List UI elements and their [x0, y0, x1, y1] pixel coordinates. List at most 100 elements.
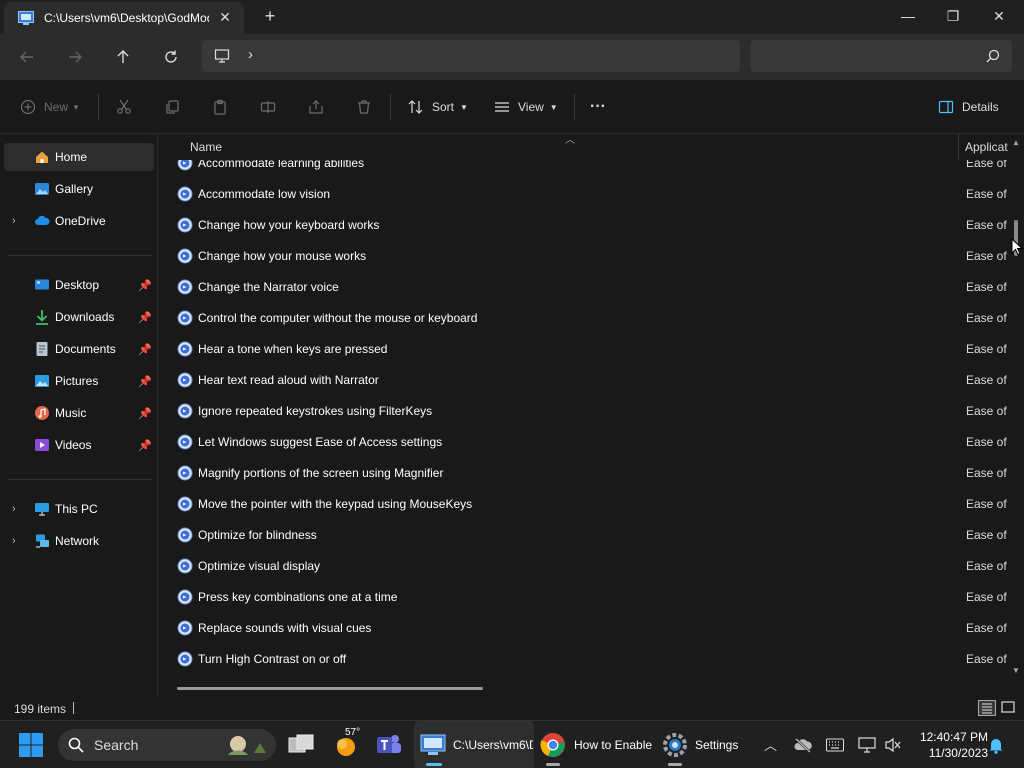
- onedrive-offline-icon[interactable]: [793, 737, 813, 753]
- table-row[interactable]: Replace sounds with visual cues Ease of: [159, 612, 1009, 643]
- gallery-icon: [35, 183, 49, 195]
- restore-button[interactable]: ❐: [930, 0, 976, 32]
- share-button[interactable]: [308, 95, 324, 119]
- videos-icon: [35, 439, 49, 451]
- close-window-button[interactable]: ✕: [976, 0, 1022, 32]
- file-name: Change how your keyboard works: [198, 218, 380, 232]
- pin-icon[interactable]: 📌: [138, 439, 152, 452]
- display-icon[interactable]: [858, 737, 876, 753]
- explorer-tab[interactable]: C:\Users\vm6\Desktop\GodMode ✕: [4, 2, 244, 34]
- volume-muted-icon[interactable]: [884, 737, 902, 753]
- address-bar[interactable]: ›: [202, 40, 740, 72]
- divider: [8, 255, 152, 256]
- file-application: Ease of: [966, 466, 1007, 480]
- forward-button[interactable]: [61, 43, 89, 71]
- file-name: Hear a tone when keys are pressed: [198, 342, 388, 356]
- taskbar-search[interactable]: Search: [58, 729, 276, 761]
- scroll-up-icon[interactable]: ▲: [1012, 138, 1020, 147]
- breadcrumb-chevron-icon[interactable]: ›: [248, 46, 253, 63]
- taskbar-settings[interactable]: Settings: [662, 721, 752, 768]
- taskbar-chrome[interactable]: How to Enable: [540, 721, 656, 768]
- table-row[interactable]: Hear text read aloud with Narrator Ease o…: [159, 364, 1009, 395]
- table-row[interactable]: Press key combinations one at a time Ease…: [159, 581, 1009, 612]
- refresh-button[interactable]: [157, 43, 185, 71]
- column-application-header[interactable]: Applicat: [965, 140, 1009, 154]
- pin-icon[interactable]: 📌: [138, 311, 152, 324]
- pin-icon[interactable]: 📌: [138, 279, 152, 292]
- minimize-button[interactable]: —: [885, 0, 931, 32]
- table-row[interactable]: Change how your mouse works Ease of: [159, 240, 1009, 271]
- table-row[interactable]: Hear a tone when keys are pressed Ease of: [159, 333, 1009, 364]
- pin-icon[interactable]: 📌: [138, 375, 152, 388]
- up-button[interactable]: [109, 43, 137, 71]
- view-button[interactable]: View ▼: [494, 95, 558, 119]
- details-pane-button[interactable]: Details: [938, 95, 999, 119]
- navigation-pane: Home Gallery › OneDrive Desktop 📌 Downlo…: [0, 134, 158, 696]
- vertical-scrollbar[interactable]: ▲ ▼: [1009, 134, 1024, 679]
- sidebar-item-network[interactable]: › Network: [4, 527, 154, 555]
- sidebar-item-desktop[interactable]: Desktop 📌: [4, 271, 154, 299]
- copy-button[interactable]: [164, 95, 180, 119]
- sidebar-item-gallery[interactable]: Gallery: [4, 175, 154, 203]
- delete-button[interactable]: [356, 95, 372, 119]
- details-view-button[interactable]: [978, 700, 996, 716]
- chevron-right-icon[interactable]: ›: [12, 535, 16, 547]
- column-name-header[interactable]: Name: [190, 140, 222, 154]
- start-button[interactable]: [18, 721, 44, 768]
- horizontal-scrollbar[interactable]: [177, 687, 483, 690]
- pin-icon[interactable]: 📌: [138, 343, 152, 356]
- weather-widget[interactable]: 57°: [334, 721, 360, 768]
- clock-time: 12:40:47 PM: [919, 730, 988, 744]
- new-button[interactable]: New ▼: [20, 95, 80, 119]
- cloud-icon: [35, 215, 50, 225]
- table-row[interactable]: Turn High Contrast on or off Ease of: [159, 643, 1009, 674]
- table-row[interactable]: Magnify portions of the screen using Mag…: [159, 457, 1009, 488]
- table-row[interactable]: Control the computer without the mouse o…: [159, 302, 1009, 333]
- table-row[interactable]: Change the Narrator voice Ease of: [159, 271, 1009, 302]
- file-name: Ignore repeated keystrokes using FilterK…: [198, 404, 433, 418]
- table-row[interactable]: Optimize visual display Ease of: [159, 550, 1009, 581]
- table-row[interactable]: Optimize for blindness Ease of: [159, 519, 1009, 550]
- system-clock[interactable]: 12:40:47 PM 11/30/2023: [908, 729, 988, 761]
- taskbar-explorer[interactable]: C:\Users\vm6\D: [414, 721, 534, 768]
- new-label: New: [44, 100, 69, 114]
- chevron-right-icon[interactable]: ›: [12, 215, 16, 227]
- table-row[interactable]: Let Windows suggest Ease of Access setti…: [159, 426, 1009, 457]
- search-input[interactable]: [750, 40, 1012, 72]
- sidebar-item-pictures[interactable]: Pictures 📌: [4, 367, 154, 395]
- sidebar-item-home[interactable]: Home: [4, 143, 154, 171]
- paste-button[interactable]: [212, 95, 228, 119]
- back-button[interactable]: [13, 43, 41, 71]
- file-application: Ease of: [966, 590, 1007, 604]
- keyboard-icon[interactable]: [826, 738, 844, 752]
- table-row[interactable]: Change how your keyboard works Ease of: [159, 209, 1009, 240]
- scroll-down-icon[interactable]: ▼: [1012, 666, 1020, 675]
- notification-bell-icon[interactable]: [988, 736, 1004, 754]
- sidebar-item-downloads[interactable]: Downloads 📌: [4, 303, 154, 331]
- teams-button[interactable]: [376, 721, 402, 768]
- new-tab-button[interactable]: +: [260, 6, 280, 26]
- table-row[interactable]: Ignore repeated keystrokes using FilterK…: [159, 395, 1009, 426]
- sidebar-item-documents[interactable]: Documents 📌: [4, 335, 154, 363]
- pin-icon[interactable]: 📌: [138, 407, 152, 420]
- sidebar-item-onedrive[interactable]: › OneDrive: [4, 207, 154, 235]
- file-name: Change how your mouse works: [198, 249, 367, 263]
- sort-ascending-icon: ︿: [565, 135, 575, 146]
- sidebar-item-videos[interactable]: Videos 📌: [4, 431, 154, 459]
- rename-button[interactable]: [260, 95, 276, 119]
- tiles-view-button[interactable]: [1000, 700, 1018, 716]
- chevron-right-icon[interactable]: ›: [12, 503, 16, 515]
- search-label: Search: [94, 737, 139, 753]
- more-options-button[interactable]: ···: [590, 95, 606, 119]
- column-divider[interactable]: [958, 134, 959, 160]
- running-indicator: [668, 763, 682, 766]
- tab-close-icon[interactable]: ✕: [218, 10, 232, 24]
- table-row[interactable]: Accommodate low vision Ease of: [159, 178, 1009, 209]
- sort-button[interactable]: Sort ▼: [408, 95, 468, 119]
- sidebar-item-this-pc[interactable]: › This PC: [4, 495, 154, 523]
- task-view-button[interactable]: [288, 721, 314, 768]
- table-row[interactable]: Move the pointer with the keypad using M…: [159, 488, 1009, 519]
- sidebar-item-music[interactable]: Music 📌: [4, 399, 154, 427]
- cut-button[interactable]: [116, 95, 132, 119]
- tray-overflow-icon[interactable]: ︿: [764, 735, 777, 754]
